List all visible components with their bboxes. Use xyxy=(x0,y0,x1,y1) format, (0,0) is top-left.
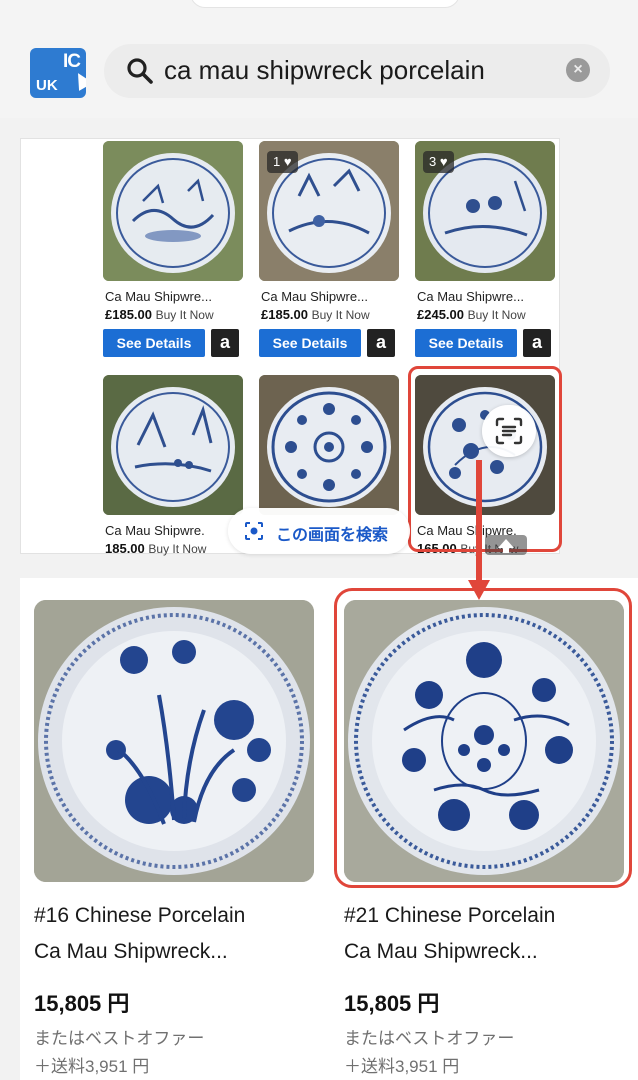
product-price: £245.00 Buy It Now xyxy=(417,307,526,322)
likes-badge: 3 ♥ xyxy=(423,151,454,173)
product-price: 185.00 Buy It Now xyxy=(105,541,207,556)
product-thumbnail[interactable] xyxy=(103,375,243,515)
search-screen-button[interactable]: この画面を検索 xyxy=(228,508,410,554)
scan-text-icon xyxy=(495,417,523,445)
address-bar[interactable] xyxy=(190,0,460,8)
site-logo[interactable]: IC UK xyxy=(30,48,86,98)
product-thumbnail[interactable]: 3 ♥ xyxy=(415,141,555,281)
listing-shipping: ＋送料3,951 円 xyxy=(344,1057,460,1076)
search-icon xyxy=(127,58,153,84)
see-details-button[interactable]: See Details xyxy=(259,329,361,357)
product-thumbnail[interactable] xyxy=(103,141,243,281)
search-field[interactable]: ca mau shipwreck porcelain × xyxy=(104,44,610,98)
product-price: £185.00 Buy It Now xyxy=(261,307,370,322)
amazon-icon[interactable]: a xyxy=(523,329,551,357)
product-thumbnail[interactable]: 1 ♥ xyxy=(259,141,399,281)
listing-photo[interactable] xyxy=(34,600,314,882)
listing-title[interactable]: #16 Chinese Porcelain Ca Mau Shipwreck..… xyxy=(34,898,245,970)
listing-title[interactable]: #21 Chinese Porcelain Ca Mau Shipwreck..… xyxy=(344,898,555,970)
listing-offer: またはベストオファー xyxy=(344,1029,515,1048)
heart-icon: ♥ xyxy=(439,154,448,169)
highlight-box-large xyxy=(334,588,632,888)
annotation-arrow-line xyxy=(476,460,482,584)
scroll-up-icon[interactable] xyxy=(485,535,527,555)
search-query[interactable]: ca mau shipwreck porcelain xyxy=(164,55,485,86)
product-price: £185.00 Buy It Now xyxy=(105,307,214,322)
listing-offer: またはベストオファー xyxy=(34,1029,205,1048)
highlight-box-small xyxy=(408,366,562,552)
logo-text-bottom: UK xyxy=(36,77,58,94)
see-details-button[interactable]: See Details xyxy=(415,329,517,357)
amazon-icon[interactable]: a xyxy=(211,329,239,357)
logo-text-top: IC xyxy=(63,51,81,72)
product-title[interactable]: Ca Mau Shipwre... xyxy=(105,289,212,304)
search-screen-label: この画面を検索 xyxy=(276,527,389,544)
lens-icon xyxy=(245,522,263,540)
see-details-button[interactable]: See Details xyxy=(103,329,205,357)
listing-shipping: ＋送料3,951 円 xyxy=(34,1057,150,1076)
listing-price: 15,805 円 xyxy=(344,991,440,1016)
amazon-icon[interactable]: a xyxy=(367,329,395,357)
heart-icon: ♥ xyxy=(283,154,292,169)
product-thumbnail[interactable] xyxy=(259,375,399,515)
product-title[interactable]: Ca Mau Shipwre... xyxy=(261,289,368,304)
product-title[interactable]: Ca Mau Shipwre. xyxy=(105,523,205,538)
scan-text-button[interactable] xyxy=(482,405,536,457)
likes-badge: 1 ♥ xyxy=(267,151,298,173)
clear-icon[interactable]: × xyxy=(566,58,590,82)
listing-price: 15,805 円 xyxy=(34,991,130,1016)
product-title[interactable]: Ca Mau Shipwre... xyxy=(417,289,524,304)
top-bar: IC UK ca mau shipwreck porcelain × xyxy=(0,0,638,118)
